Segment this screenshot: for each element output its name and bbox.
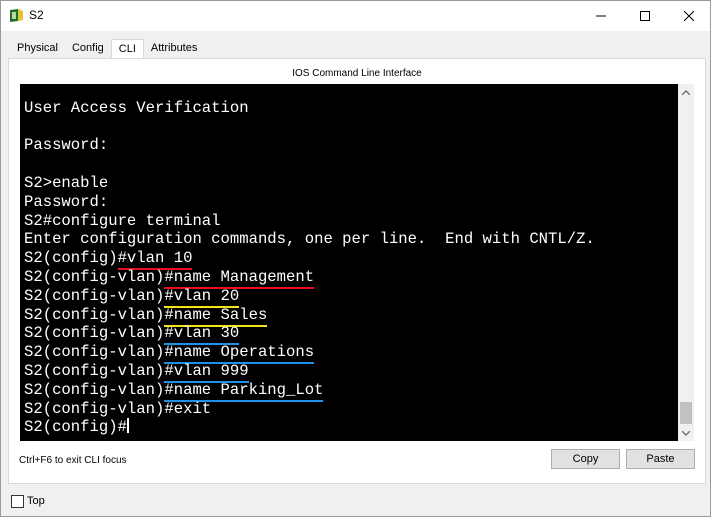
terminal-prompt: S2(config-vlan) xyxy=(24,324,165,343)
terminal-line: Password: xyxy=(24,193,595,212)
highlighted-command: #vlan 30 xyxy=(164,324,240,343)
top-checkbox[interactable] xyxy=(11,495,24,508)
cli-focus-hint: Ctrl+F6 to exit CLI focus xyxy=(19,455,127,466)
cli-panel: IOS Command Line Interface User Access V… xyxy=(8,58,706,484)
terminal-prompt: S2(config-vlan) xyxy=(24,267,165,286)
tab-bar: Physical Config CLI Attributes xyxy=(10,39,204,62)
terminal-prompt: S2(config-vlan) xyxy=(24,343,165,362)
tab-config[interactable]: Config xyxy=(65,39,111,59)
terminal-line: S2(config-vlan)#name Parking_Lot xyxy=(24,381,595,400)
terminal-line: S2(config)#vlan 10 xyxy=(24,249,595,268)
highlighted-command: #name Management xyxy=(164,267,315,286)
highlighted-command: #vlan 20 xyxy=(164,286,240,305)
panel-title: IOS Command Line Interface xyxy=(292,68,422,79)
tab-cli[interactable]: CLI xyxy=(110,39,144,62)
app-window: S2 Physical Config CLI Attributes IOS Co… xyxy=(0,0,711,517)
terminal-text: S2>enable xyxy=(24,173,109,192)
scrollbar-thumb[interactable] xyxy=(680,402,692,424)
title-bar: S2 xyxy=(1,1,710,31)
terminal-line: S2#configure terminal xyxy=(24,212,595,231)
terminal-text: S2#configure terminal xyxy=(24,211,221,230)
terminal-prompt: S2(config-vlan) xyxy=(24,380,165,399)
scroll-up-button[interactable] xyxy=(678,84,694,100)
cli-terminal[interactable]: User Access Verification Password: S2>enab… xyxy=(20,84,678,441)
scroll-down-button[interactable] xyxy=(678,425,694,441)
terminal-line: Enter configuration commands, one per li… xyxy=(24,230,595,249)
terminal-line: S2(config)# xyxy=(24,418,595,437)
terminal-prompt: S2(config-vlan) xyxy=(24,305,165,324)
packet-tracer-switch-icon xyxy=(10,9,23,22)
close-icon xyxy=(684,11,694,21)
terminal-text: Password: xyxy=(24,136,109,155)
tab-attributes[interactable]: Attributes xyxy=(144,39,204,59)
maximize-icon xyxy=(640,11,650,21)
terminal-line: S2(config-vlan)#vlan 30 xyxy=(24,324,595,343)
tab-label: Attributes xyxy=(150,42,198,54)
tab-label: Config xyxy=(71,42,104,54)
highlighted-command: #name Sales xyxy=(164,305,268,324)
minimize-icon xyxy=(596,15,606,17)
terminal-line: S2(config-vlan)#name Management xyxy=(24,268,595,287)
terminal-line: S2(config-vlan)#name Operations xyxy=(24,343,595,362)
terminal-text: Enter configuration commands, one per li… xyxy=(24,230,595,249)
terminal-line: S2>enable xyxy=(24,174,595,193)
text-cursor xyxy=(126,418,129,434)
terminal-scrollbar[interactable] xyxy=(678,84,694,441)
highlighted-command: #vlan 999 xyxy=(164,361,249,380)
terminal-line: S2(config-vlan)#name Sales xyxy=(24,306,595,325)
chevron-down-icon xyxy=(682,430,690,436)
terminal-line: S2(config-vlan)#vlan 999 xyxy=(24,362,595,381)
copy-button[interactable]: Copy xyxy=(551,449,620,469)
tab-label: CLI xyxy=(118,43,136,55)
tab-physical[interactable]: Physical xyxy=(10,39,65,59)
terminal-prompt: S2(config-vlan) xyxy=(24,286,165,305)
terminal-line: User Access Verification xyxy=(24,99,595,118)
window-title: S2 xyxy=(29,8,44,22)
terminal-text: User Access Verification xyxy=(24,98,249,117)
minimize-button[interactable] xyxy=(578,1,624,31)
terminal-text: S2(config)# xyxy=(24,418,127,437)
highlighted-command: #name Operations xyxy=(164,343,315,362)
tab-label: Physical xyxy=(17,42,58,54)
terminal-line: S2(config-vlan)#exit xyxy=(24,400,595,419)
terminal-output: User Access Verification Password: S2>enab… xyxy=(24,84,595,437)
terminal-line: S2(config-vlan)#vlan 20 xyxy=(24,287,595,306)
top-checkbox-label: Top xyxy=(27,495,45,507)
close-button[interactable] xyxy=(666,1,711,31)
highlighted-command: #vlan 10 xyxy=(117,249,193,268)
paste-button[interactable]: Paste xyxy=(626,449,695,469)
terminal-text: S2(config-vlan)#exit xyxy=(24,399,212,418)
terminal-text: Password: xyxy=(24,192,109,211)
terminal-prompt: S2(config) xyxy=(24,249,118,268)
chevron-up-icon xyxy=(682,89,690,95)
maximize-button[interactable] xyxy=(622,1,668,31)
terminal-prompt: S2(config-vlan) xyxy=(24,361,165,380)
terminal-line: Password: xyxy=(24,136,595,155)
highlighted-command: #name Parking_Lot xyxy=(164,380,324,399)
